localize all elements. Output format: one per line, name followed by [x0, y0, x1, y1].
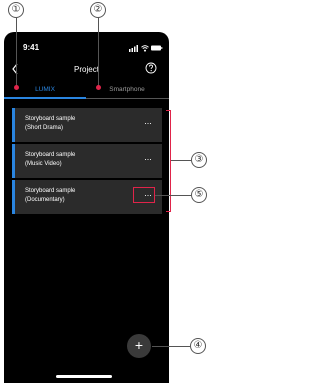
callout-5-leader	[155, 195, 191, 196]
callout-5: ⑤	[191, 187, 207, 203]
more-options-icon[interactable]: ···	[144, 154, 156, 164]
card-title: Storyboard sample (Short Drama)	[25, 116, 76, 131]
storyboard-card[interactable]: Storyboard sample (Short Drama) ···	[12, 108, 162, 142]
status-bar: 9:41	[4, 32, 169, 62]
callout-1-pointer	[14, 85, 19, 90]
home-indicator	[56, 375, 112, 378]
card-title: Storyboard sample (Music Video)	[25, 152, 76, 167]
status-icons	[129, 45, 163, 52]
battery-icon	[151, 45, 163, 51]
tab-divider	[86, 98, 169, 99]
cards-bracket	[166, 110, 171, 212]
callout-3-leader	[171, 160, 191, 161]
callout-1: ①	[8, 2, 24, 18]
callout-2: ②	[90, 2, 106, 18]
more-options-icon[interactable]: ···	[144, 118, 156, 128]
storyboard-card[interactable]: Storyboard sample (Music Video) ···	[12, 144, 162, 178]
add-project-button[interactable]: +	[127, 334, 151, 358]
status-time: 9:41	[23, 43, 40, 52]
signal-icon	[129, 45, 138, 52]
callout-4: ④	[190, 338, 206, 354]
callout-4-leader	[152, 346, 190, 347]
tab-bar: LUMIX Smartphone	[4, 82, 169, 100]
callout-1-leader	[16, 18, 17, 86]
more-options-highlight	[133, 187, 155, 203]
callout-2-pointer	[96, 85, 101, 90]
card-title: Storyboard sample (Documentary)	[25, 188, 76, 203]
tab-active-indicator	[4, 97, 86, 99]
phone-screen: 9:41 Project LUMIX Smartphone Storyboard…	[4, 32, 169, 383]
nav-bar: Project	[4, 60, 169, 82]
callout-3: ③	[191, 152, 207, 168]
wifi-icon	[141, 45, 149, 52]
callout-2-leader	[98, 18, 99, 86]
help-icon[interactable]	[145, 62, 157, 74]
